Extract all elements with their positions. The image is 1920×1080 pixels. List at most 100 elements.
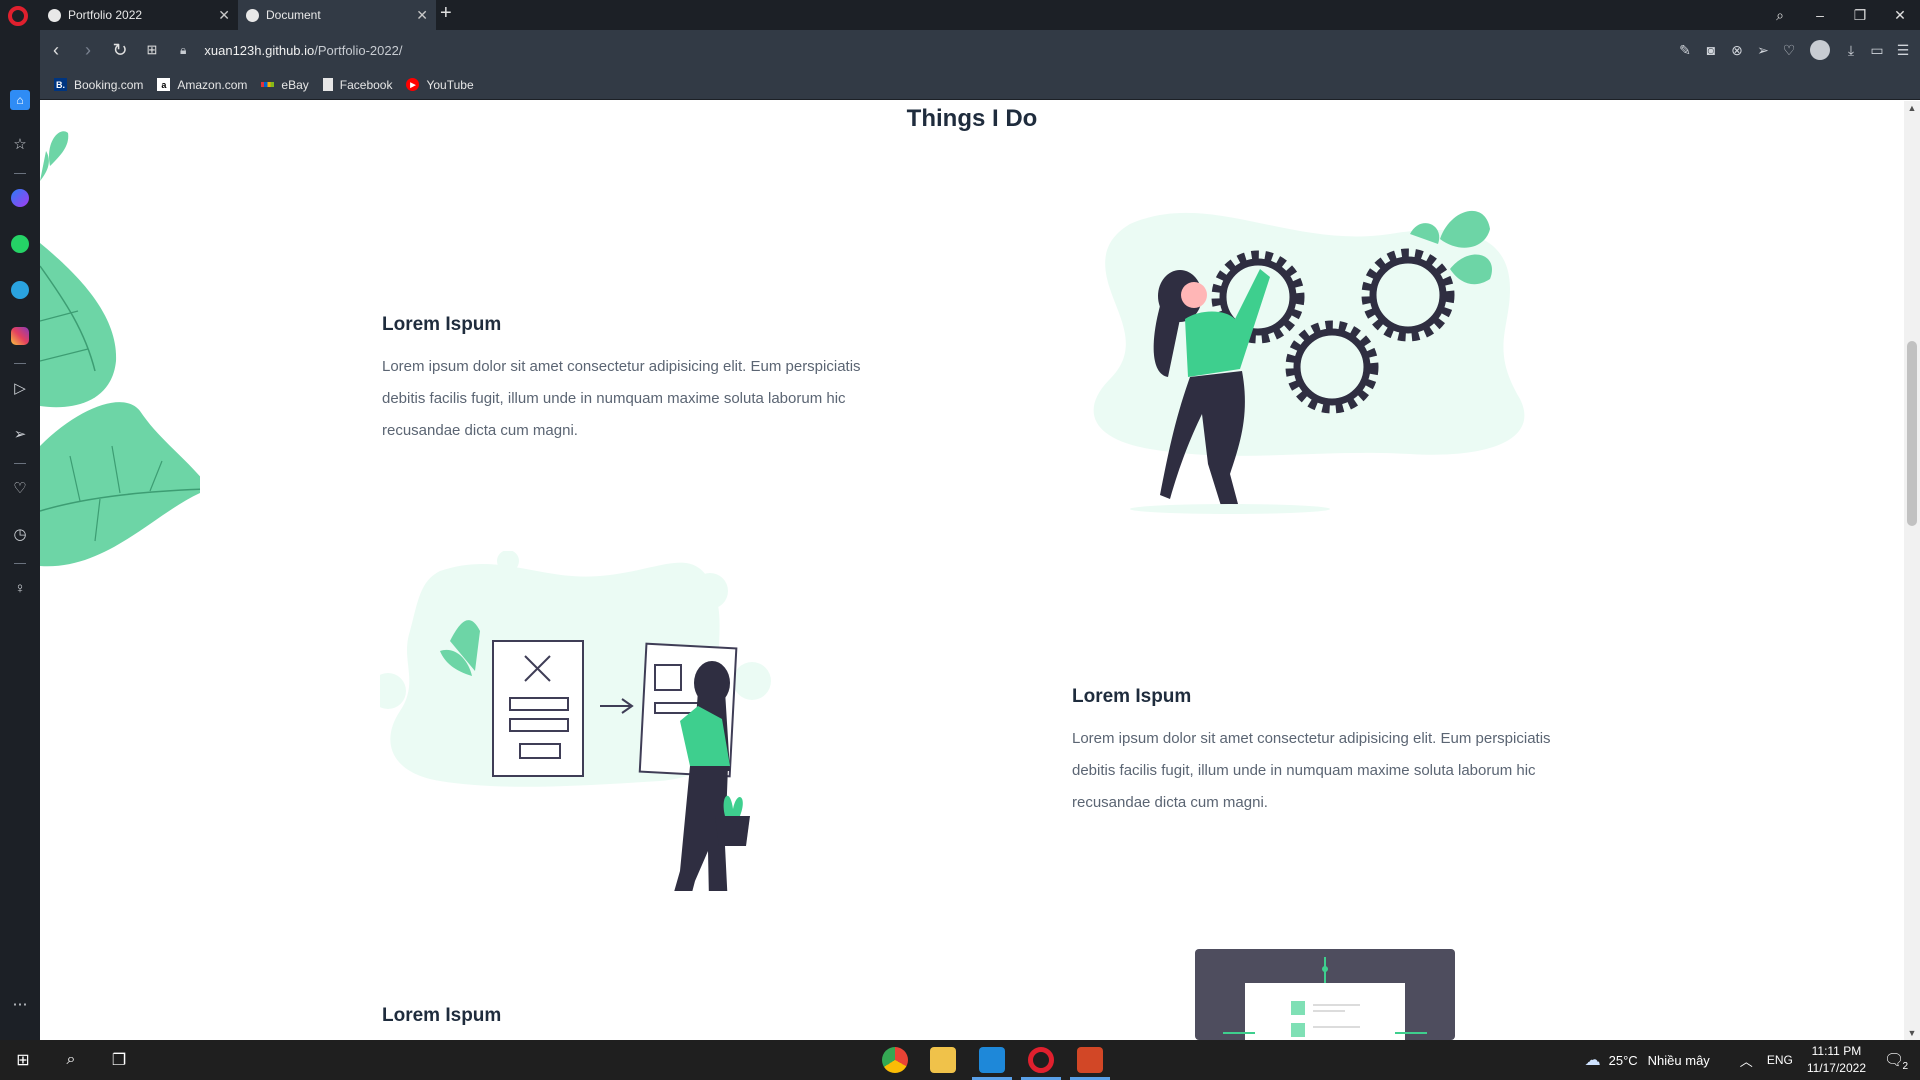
bookmark-booking[interactable]: B. Booking.com [54,78,143,92]
bookmark-label: Booking.com [74,77,144,92]
sidebar-divider [14,363,26,364]
item-description: Lorem ipsum dolor sit amet consectetur a… [382,358,861,439]
url-host: xuan123h.github.io [204,42,315,58]
bookmark-label: YouTube [426,77,474,92]
download-icon[interactable]: ⤓ [1838,42,1864,59]
sidebar-divider [14,463,26,464]
page-content: Things I Do Lorem Ispum Lorem ipsum dolo… [40,101,1920,1040]
menu-icon[interactable]: ☰ [1890,42,1916,59]
leaves-decoration-icon [40,131,200,567]
opera-logo-icon[interactable] [8,6,28,26]
page-icon [322,78,333,91]
tab-grid-icon[interactable]: ⊞ [136,42,168,58]
url-field[interactable]: 🔒︎ xuan123h.github.io /Portfolio-2022/ [180,43,402,58]
minimize-icon[interactable]: – [1800,7,1840,23]
battery-icon[interactable]: ▭ [1864,42,1890,59]
tab-portfolio[interactable]: Portfolio 2022 ✕ [40,0,238,30]
whatsapp-icon[interactable] [11,235,29,253]
sidebar-divider [14,563,26,564]
telegram-icon[interactable] [11,281,29,299]
opera-sidebar: ⌂ ☆ ▷ ➢ ♡ ◷ ♀ ⋯ [0,30,40,1040]
opera-icon[interactable] [1028,1047,1054,1073]
chrome-icon[interactable] [882,1047,908,1073]
ebay-icon [261,82,275,87]
weather-description[interactable]: Nhiều mây [1648,1053,1710,1068]
notification-icon[interactable]: 🗨︎ 2 [1884,1050,1908,1072]
sidebar-divider [14,173,26,174]
player-icon[interactable]: ▷ [10,378,30,398]
weather-temperature[interactable]: 25°C [1609,1053,1638,1068]
bookmark-label: Facebook [339,77,393,92]
cloudy-weather-icon[interactable]: ☁ [1585,1050,1601,1070]
bookmark-amazon[interactable]: a Amazon.com [157,78,247,92]
ad-block-icon[interactable]: ⊗ [1724,42,1750,59]
bookmark-label: eBay [281,77,309,92]
section-title: Things I Do [906,105,1038,132]
restore-icon[interactable]: ❐ [1840,7,1880,24]
tab-bar: Portfolio 2022 ✕ Document ✕ + ⌕ – ❐ ✕ [0,0,1920,30]
globe-icon [246,8,259,22]
clock[interactable]: 11:11 PM 11/17/2022 [1807,1043,1866,1077]
bookmark-youtube[interactable]: ▶ YouTube [406,77,474,92]
scroll-up-icon[interactable]: ▲ [1904,103,1920,113]
bookmark-label: Amazon.com [177,77,248,92]
task-view-icon[interactable]: ❐ [108,1049,130,1071]
history-icon[interactable]: ◷ [10,524,30,544]
flow-icon[interactable]: ➢ [10,424,30,444]
scrollbar-thumb[interactable] [1907,341,1917,526]
home-icon[interactable]: ⌂ [10,90,30,110]
search-tabs-icon[interactable]: ⌕ [1760,7,1800,24]
booking-icon: B. [54,78,67,91]
instagram-icon[interactable] [11,327,29,345]
window-controls: ⌕ – ❐ ✕ [1760,0,1920,30]
more-icon[interactable]: ⋯ [10,994,30,1014]
forward-icon[interactable]: › [72,40,104,61]
scroll-down-icon[interactable]: ▼ [1904,1028,1920,1038]
wireframe-illustration-icon [380,551,771,891]
camera-icon[interactable]: ◙ [1698,42,1724,58]
lightbulb-icon[interactable]: ♀ [10,578,30,598]
back-icon[interactable]: ‹ [40,40,72,61]
send-icon[interactable]: ➢ [1750,42,1776,59]
search-icon[interactable]: ⌕ [60,1049,82,1071]
new-tab-button[interactable]: + [440,2,452,25]
file-explorer-icon[interactable] [930,1047,956,1073]
vscode-icon[interactable] [979,1047,1005,1073]
reload-icon[interactable]: ↻ [104,40,136,61]
star-icon[interactable]: ☆ [10,134,30,154]
language-indicator[interactable]: ENG [1767,1053,1793,1067]
edit-icon[interactable]: ✎ [1672,42,1698,59]
tab-document[interactable]: Document ✕ [238,0,436,30]
address-bar: ‹ › ↻ ⊞ 🔒︎ xuan123h.github.io /Portfolio… [40,30,1920,70]
chevron-up-icon[interactable]: ︿ [1740,1051,1753,1070]
system-tray: ☁ 25°C Nhiều mây ︿ ENG 11:11 PM 11/17/20… [1585,1040,1920,1080]
globe-icon [48,8,61,22]
windows-taskbar: ⊞ ⌕ ❐ ☁ 25°C Nhiều mây ︿ ENG 11:11 PM 11… [0,1040,1920,1080]
item-title: Lorem Ispum [382,1005,502,1026]
amazon-icon: a [157,78,171,91]
bookmark-facebook[interactable]: Facebook [322,77,393,92]
heart-icon[interactable]: ♡ [10,478,30,498]
youtube-icon: ▶ [406,78,420,91]
url-path: /Portfolio-2022/ [314,42,403,58]
clock-date: 11/17/2022 [1806,1061,1866,1075]
gears-illustration-icon [1093,210,1525,514]
profile-avatar-icon[interactable] [1810,40,1830,60]
tab-title: Document [266,8,321,22]
bookmark-ebay[interactable]: eBay [261,77,309,92]
bookmarks-bar: B. Booking.com a Amazon.com eBay Faceboo… [40,70,1920,100]
close-window-icon[interactable]: ✕ [1880,7,1920,24]
item-title: Lorem Ispum [1072,686,1192,707]
item-description: Lorem ipsum dolor sit amet consectetur a… [1072,730,1551,811]
lock-icon: 🔒︎ [180,42,187,57]
tab-title: Portfolio 2022 [68,8,143,22]
windows-start-icon[interactable]: ⊞ [12,1049,34,1071]
heart-icon[interactable]: ♡ [1776,42,1802,59]
messenger-icon[interactable] [11,189,29,207]
powerpoint-icon[interactable] [1077,1047,1103,1073]
address-bar-tools: ✎ ◙ ⊗ ➢ ♡ ⤓ ▭ ☰ [1672,30,1916,70]
notification-count: 2 [1902,1061,1908,1072]
page-scrollbar[interactable]: ▲ ▼ [1904,101,1920,1040]
close-icon[interactable]: ✕ [218,7,230,24]
close-icon[interactable]: ✕ [416,7,428,24]
